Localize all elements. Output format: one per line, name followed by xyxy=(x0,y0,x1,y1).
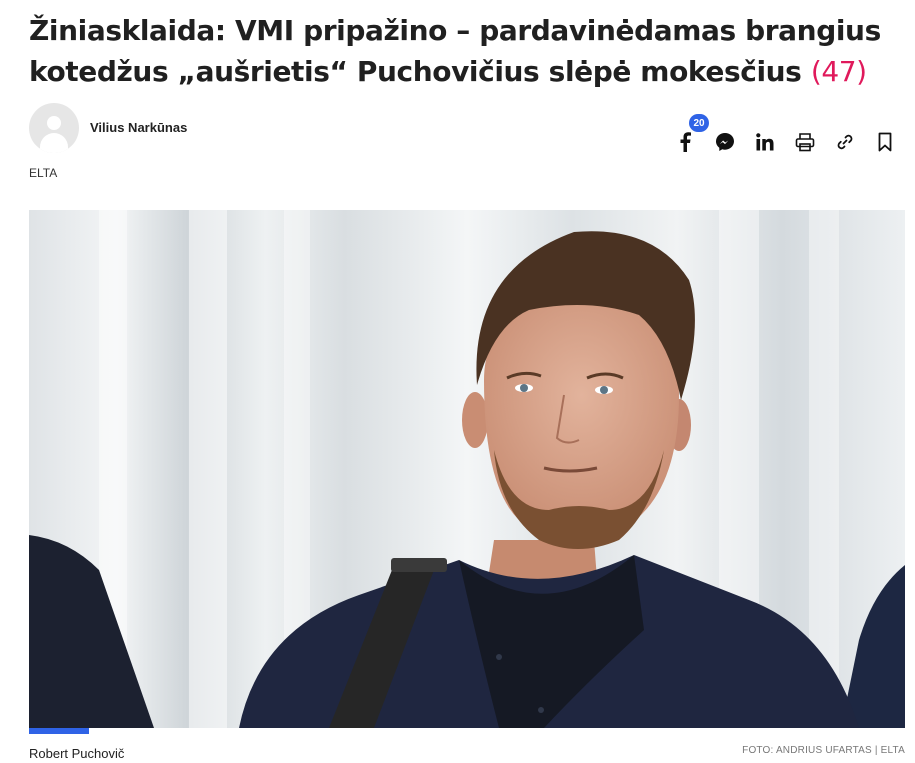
author-avatar[interactable] xyxy=(29,103,79,153)
link-icon xyxy=(837,134,853,150)
comment-count-link[interactable]: (47) xyxy=(811,55,867,88)
article-source: ELTA xyxy=(29,166,58,180)
print-icon xyxy=(795,133,815,152)
facebook-icon xyxy=(680,132,691,152)
caption-accent-bar xyxy=(29,728,89,734)
bookmark-icon xyxy=(878,132,892,152)
article-photo xyxy=(29,210,905,728)
messenger-share-button[interactable] xyxy=(711,128,739,156)
copy-link-button[interactable] xyxy=(831,128,859,156)
facebook-share-count: 20 xyxy=(689,114,709,132)
facebook-share-button[interactable]: 20 xyxy=(671,114,709,156)
print-button[interactable] xyxy=(791,128,819,156)
bookmark-button[interactable] xyxy=(871,128,899,156)
linkedin-share-button[interactable] xyxy=(751,128,779,156)
article-title-text: Žiniasklaida: VMI pripažino – pardavinėd… xyxy=(29,14,881,88)
photo-caption: Robert Puchovič xyxy=(29,746,125,761)
article-title: Žiniasklaida: VMI pripažino – pardavinėd… xyxy=(29,10,889,92)
author-name[interactable]: Vilius Narkūnas xyxy=(90,120,187,135)
messenger-icon xyxy=(716,133,734,151)
photo-credit: FOTO: ANDRIUS UFARTAS | ELTA xyxy=(742,745,905,756)
share-bar: 20 xyxy=(670,114,900,158)
linkedin-icon xyxy=(756,133,774,151)
